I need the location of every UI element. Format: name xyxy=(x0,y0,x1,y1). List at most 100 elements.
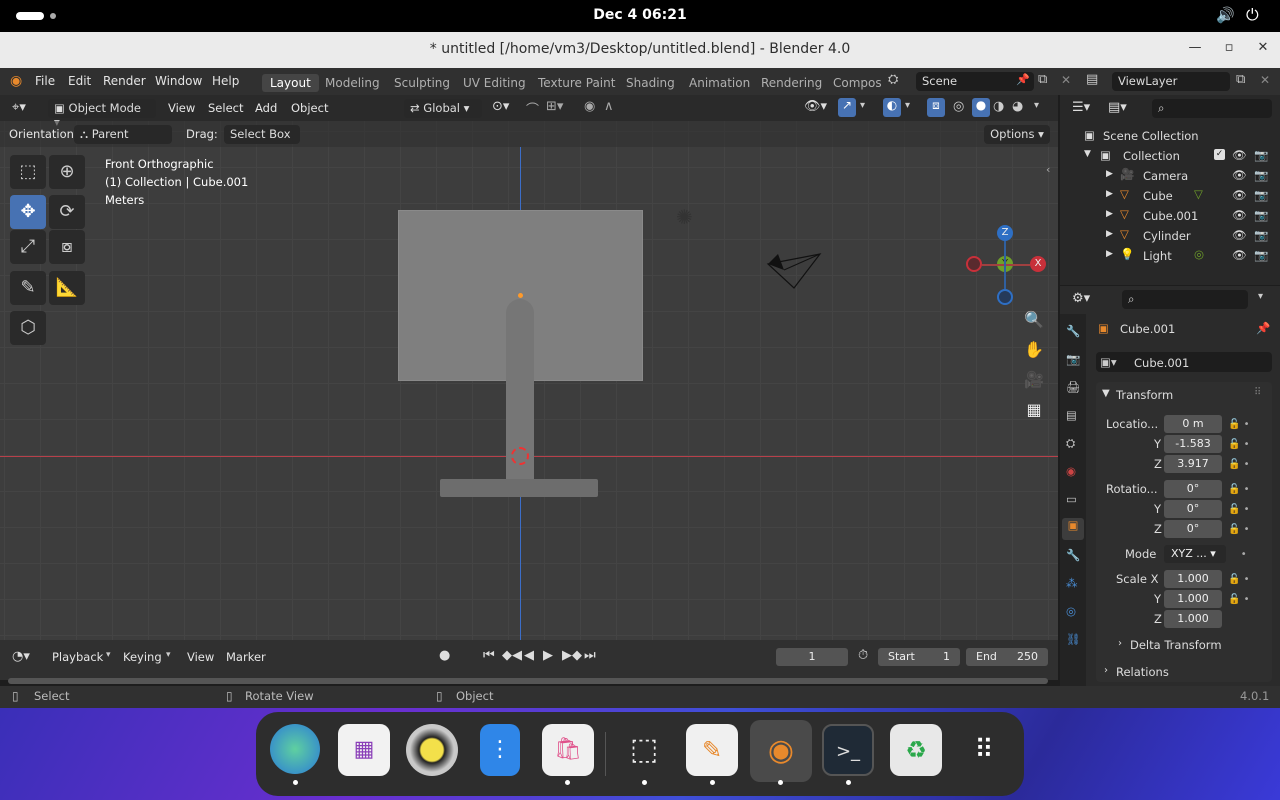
trash-app-icon[interactable]: ♻ xyxy=(890,724,942,776)
drag-dropdown[interactable]: Select Box xyxy=(224,125,300,144)
options-dropdown[interactable]: Options ▾ xyxy=(984,125,1050,144)
location-z-field[interactable]: 3.917 xyxy=(1164,455,1222,473)
physics-tab-icon[interactable]: ◎ xyxy=(1066,604,1076,618)
zoom-icon[interactable]: 🔍 xyxy=(1020,306,1048,334)
tab-sculpting[interactable]: Sculpting xyxy=(394,76,450,90)
power-icon[interactable]: ⏻ xyxy=(1246,5,1259,25)
eye-icon[interactable]: 👁 xyxy=(1232,188,1247,202)
wireframe-shading-icon[interactable]: ◎ xyxy=(953,99,964,114)
keyframe-dot-icon[interactable]: • xyxy=(1228,545,1268,565)
prev-keyframe-icon[interactable]: ◆◀ xyxy=(502,648,522,663)
rendered-shading-icon[interactable]: ◕ xyxy=(1012,99,1023,114)
play-icon[interactable]: ▶ xyxy=(543,648,553,663)
blender-logo-icon[interactable]: ◉ xyxy=(10,73,22,89)
add-cube-tool[interactable]: ⬡ xyxy=(10,311,46,345)
gizmo-neg-z[interactable] xyxy=(997,289,1013,305)
lock-icon[interactable]: 🔓 • xyxy=(1228,480,1268,500)
record-icon[interactable]: ● xyxy=(439,648,450,663)
volume-icon[interactable]: 🔊 xyxy=(1216,6,1235,24)
view-layer-field[interactable]: ViewLayer xyxy=(1112,72,1230,91)
overlays-toggle-icon[interactable]: ◐ xyxy=(883,98,901,117)
timeline-menu-playback[interactable]: Playback xyxy=(52,650,103,664)
menu-window[interactable]: Window xyxy=(155,74,202,88)
material-shading-icon[interactable]: ◑ xyxy=(993,99,1004,114)
3d-cursor[interactable] xyxy=(511,447,529,465)
mode-selector[interactable]: ▣ Object Mode ▾ xyxy=(48,99,156,129)
scale-y-field[interactable]: 1.000 xyxy=(1164,590,1222,608)
transform-orientation-dropdown[interactable]: ⇄ Global ▾ xyxy=(404,99,482,118)
outliner-item-cube-001[interactable]: ▶ ▽ Cube.001 👁 📷 xyxy=(1060,206,1280,226)
view-layer-tab-icon[interactable]: ▤ xyxy=(1066,408,1077,422)
display-mode-icon[interactable]: ▤▾ xyxy=(1108,100,1127,115)
gizmo-x-axis[interactable]: X xyxy=(1030,256,1046,272)
remove-scene-icon[interactable]: ✕ xyxy=(1061,73,1071,87)
music-app-icon[interactable] xyxy=(406,724,458,776)
pivot-point-icon[interactable]: ⊙▾ xyxy=(492,99,509,114)
viewport-menu-object[interactable]: Object xyxy=(291,101,328,115)
timeline-menu-marker[interactable]: Marker xyxy=(226,650,266,664)
expand-icon[interactable]: ▶ xyxy=(1106,229,1113,239)
stopwatch-icon[interactable]: ⏱ xyxy=(858,648,868,663)
lock-icon[interactable]: 🔓 • xyxy=(1228,435,1268,455)
tab-compositing[interactable]: Compos xyxy=(833,76,882,90)
tab-shading[interactable]: Shading xyxy=(626,76,675,90)
annotate-tool[interactable]: ✎ xyxy=(10,271,46,305)
measure-tool[interactable]: 📐 xyxy=(49,271,85,305)
collection-row[interactable]: ▼ ▣ Collection ✓ 👁 📷 xyxy=(1060,146,1280,166)
camera-render-icon[interactable]: 📷 xyxy=(1254,228,1268,242)
remove-view-layer-icon[interactable]: ✕ xyxy=(1260,73,1270,87)
modifiers-tab-icon[interactable]: 🔧 xyxy=(1066,548,1080,562)
expand-icon[interactable]: ▶ xyxy=(1106,249,1113,259)
ortho-toggle-icon[interactable]: ▦ xyxy=(1020,396,1048,424)
eye-icon[interactable]: 👁 xyxy=(1232,148,1247,162)
lock-icon[interactable]: 🔓 • xyxy=(1228,520,1268,540)
gizmo-z-axis[interactable]: Z xyxy=(997,225,1013,241)
constraints-tab-icon[interactable]: ⛓ xyxy=(1066,632,1081,646)
jump-start-icon[interactable]: ⏮ xyxy=(483,648,495,663)
menu-edit[interactable]: Edit xyxy=(68,74,91,88)
expand-icon[interactable]: › xyxy=(1118,638,1122,649)
snap-icon[interactable]: ⌒ xyxy=(526,99,539,118)
relations-panel[interactable]: Relations xyxy=(1116,665,1169,679)
shading-dropdown-icon[interactable]: ▾ xyxy=(1034,100,1039,111)
collapse-icon[interactable]: ▼ xyxy=(1102,388,1110,399)
expand-icon[interactable]: ▶ xyxy=(1106,209,1113,219)
scene-selector-icon[interactable]: ⛭ xyxy=(888,72,898,87)
blender-app-icon[interactable]: ◉ xyxy=(750,720,812,782)
pan-hand-icon[interactable]: ✋ xyxy=(1020,336,1048,364)
properties-search-input[interactable]: ⌕ xyxy=(1122,290,1248,309)
lock-icon[interactable]: 🔓 • xyxy=(1228,590,1268,610)
rotation-mode-dropdown[interactable]: XYZ ... ▾ xyxy=(1164,545,1226,563)
timeline-editor-icon[interactable]: ◔▾ xyxy=(12,649,30,664)
outliner-item-camera[interactable]: ▶ 🎥 Camera 👁 📷 xyxy=(1060,166,1280,186)
maximize-button[interactable]: ▫ xyxy=(1218,40,1240,60)
cube-base-object[interactable] xyxy=(440,479,598,497)
view-layer-icon[interactable]: ▤ xyxy=(1086,72,1098,87)
exclude-checkbox[interactable]: ✓ xyxy=(1214,149,1225,160)
select-box-tool[interactable]: ⬚ xyxy=(10,155,46,189)
viewport-menu-view[interactable]: View xyxy=(168,101,195,115)
tool-tab-icon[interactable]: 🔧 xyxy=(1066,324,1080,338)
text-editor-app-icon[interactable]: ⋮ xyxy=(480,724,520,776)
drag-handle-icon[interactable]: ⠿ xyxy=(1254,387,1261,398)
snap-target-icon[interactable]: ⊞▾ xyxy=(546,99,563,114)
next-keyframe-icon[interactable]: ▶◆ xyxy=(562,648,582,663)
expand-icon[interactable]: ▶ xyxy=(1106,189,1113,199)
expand-icon[interactable]: ▶ xyxy=(1106,169,1113,179)
clock[interactable]: Dec 4 06:21 xyxy=(0,7,1280,23)
tab-uv-editing[interactable]: UV Editing xyxy=(463,76,526,90)
show-apps-icon[interactable]: ⠿ xyxy=(958,724,1010,776)
eye-icon[interactable]: 👁 xyxy=(1232,228,1247,242)
lock-icon[interactable]: 🔓 • xyxy=(1228,570,1268,590)
menu-help[interactable]: Help xyxy=(212,74,239,88)
render-tab-icon[interactable]: 📷 xyxy=(1066,352,1080,366)
minimize-button[interactable]: — xyxy=(1184,40,1206,60)
collection-tab-icon[interactable]: ▭ xyxy=(1066,492,1077,506)
play-reverse-icon[interactable]: ◀ xyxy=(524,648,534,663)
graphics-app-icon[interactable]: ⬚ xyxy=(618,724,670,776)
scene-collection-row[interactable]: ▣ Scene Collection xyxy=(1060,126,1280,146)
xray-toggle-icon[interactable]: ⧈ xyxy=(927,98,945,117)
camera-render-icon[interactable]: 📷 xyxy=(1254,188,1268,202)
camera-render-icon[interactable]: 📷 xyxy=(1254,168,1268,182)
camera-render-icon[interactable]: 📷 xyxy=(1254,248,1268,262)
